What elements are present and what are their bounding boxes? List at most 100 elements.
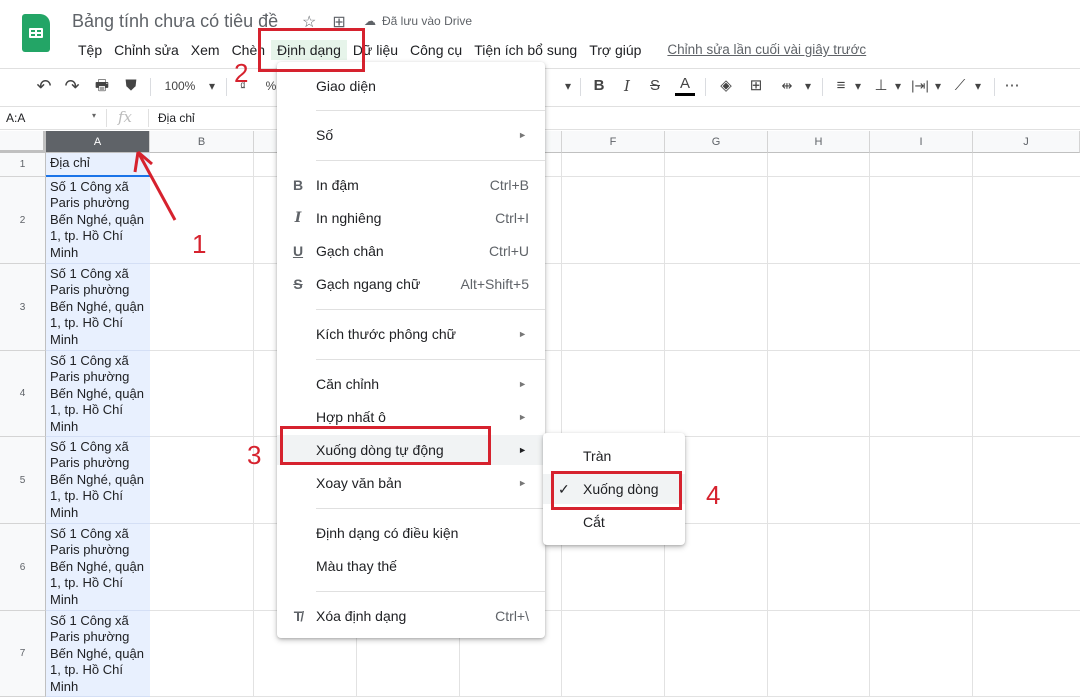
menu-item-label: Căn chỉnh (316, 376, 380, 392)
font-size-dropdown-icon[interactable]: ▾ (562, 76, 574, 96)
annotation-step-2: 2 (234, 58, 249, 88)
menu-item-alternating-colors[interactable]: Màu thay thế (277, 551, 545, 581)
menu-separator (316, 508, 545, 509)
row-header[interactable]: 1 (0, 153, 46, 177)
menu-item-label: Gạch chân (316, 243, 384, 259)
last-edit-link[interactable]: Chỉnh sửa lần cuối vài giây trước (661, 40, 872, 60)
row-header[interactable]: 6 (0, 524, 46, 611)
menu-help[interactable]: Trợ giúp (583, 40, 647, 60)
menu-item-alignment[interactable]: Căn chỉnh ► (277, 369, 545, 399)
more-icon[interactable]: ⋯ (1002, 76, 1022, 96)
menu-tools[interactable]: Công cụ (404, 40, 468, 60)
shortcut-label: Ctrl+U (488, 243, 529, 259)
column-header-g[interactable]: G (665, 131, 768, 153)
toolbar-separator (705, 78, 706, 96)
menu-addons[interactable]: Tiện ích bổ sung (468, 40, 583, 60)
row-header[interactable]: 4 (0, 351, 46, 437)
menu-item-label: Gạch ngang chữ (316, 276, 421, 292)
grid-line (46, 610, 1080, 611)
name-box[interactable]: A:A (6, 111, 25, 125)
paint-format-icon[interactable]: ⛊ (121, 76, 141, 96)
toolbar-separator (150, 78, 151, 96)
redo-icon[interactable]: ↷ (62, 76, 82, 96)
fill-color-icon[interactable]: ◈ (716, 76, 736, 96)
merge-dropdown-icon[interactable]: ▾ (802, 76, 814, 96)
borders-icon[interactable]: ⊞ (746, 76, 766, 96)
wrap-dropdown-icon[interactable]: ▾ (932, 76, 944, 96)
submenu-item-label: Tràn (583, 448, 612, 464)
select-all-corner[interactable] (0, 131, 46, 153)
annotation-step-3: 3 (247, 440, 262, 470)
merge-cells-icon[interactable]: ⇹ (777, 76, 797, 96)
submenu-item-label: Cắt (583, 514, 605, 530)
row-header[interactable]: 5 (0, 437, 46, 524)
annotation-step-4: 4 (706, 480, 721, 510)
rotation-dropdown-icon[interactable]: ▾ (972, 76, 984, 96)
cell-a3[interactable]: Số 1 Công xã Paris phường Bến Nghé, quận… (46, 264, 150, 351)
bold-button[interactable]: B (590, 76, 608, 96)
vertical-align-icon[interactable]: ⊥ (872, 76, 890, 96)
column-header-i[interactable]: I (870, 131, 973, 153)
menu-item-strikethrough[interactable]: S Gạch ngang chữ Alt+Shift+5 (277, 269, 545, 299)
toolbar-separator (580, 78, 581, 96)
cell-a6[interactable]: Số 1 Công xã Paris phường Bến Nghé, quận… (46, 524, 150, 611)
row-header[interactable]: 3 (0, 264, 46, 351)
undo-icon[interactable]: ↶ (34, 76, 54, 96)
cell-a4[interactable]: Số 1 Công xã Paris phường Bến Nghé, quận… (46, 351, 150, 437)
toolbar-separator (822, 78, 823, 96)
menu-separator (316, 110, 545, 111)
menu-item-underline[interactable]: U Gạch chân Ctrl+U (277, 236, 545, 266)
column-header-f[interactable]: F (562, 131, 665, 153)
print-icon[interactable]: 🖶 (92, 76, 112, 96)
grid-line (972, 153, 973, 697)
formula-input[interactable]: Địa chỉ (158, 111, 195, 125)
toolbar-separator (994, 78, 995, 96)
horizontal-align-icon[interactable]: ≡ (832, 76, 850, 96)
submenu-item-clip[interactable]: Cắt (543, 507, 685, 537)
menu-view[interactable]: Xem (185, 40, 226, 60)
percent-icon[interactable]: % (264, 76, 278, 96)
halign-dropdown-icon[interactable]: ▾ (852, 76, 864, 96)
strikethrough-button[interactable]: S (646, 76, 664, 96)
annotation-box-wrap-option (551, 471, 682, 510)
text-color-button[interactable]: A (675, 76, 695, 96)
menu-item-label: Xoay văn bản (316, 475, 402, 491)
name-box-dropdown-icon[interactable]: ▾ (92, 111, 96, 120)
shortcut-label: Ctrl+\ (495, 608, 529, 624)
grid-line (46, 350, 1080, 351)
grid-line (869, 153, 870, 697)
valign-dropdown-icon[interactable]: ▾ (892, 76, 904, 96)
zoom-dropdown-icon[interactable]: ▾ (206, 76, 218, 96)
menu-item-label: Xóa định dạng (316, 608, 407, 624)
submenu-item-overflow[interactable]: Tràn (543, 441, 685, 471)
menu-item-number[interactable]: Số ► (277, 120, 545, 150)
menu-item-theme[interactable]: Giao diện (277, 71, 545, 101)
cloud-icon: ☁ (364, 14, 376, 28)
text-wrapping-icon[interactable]: |⇥| (910, 76, 930, 96)
text-rotation-icon[interactable]: ⟋ (950, 76, 970, 96)
row-header[interactable]: 2 (0, 177, 46, 264)
menu-file[interactable]: Tệp (72, 40, 108, 60)
sheets-logo[interactable] (22, 14, 50, 52)
cell-a5[interactable]: Số 1 Công xã Paris phường Bến Nghé, quận… (46, 437, 150, 524)
document-title[interactable]: Bảng tính chưa có tiêu đề (72, 11, 278, 32)
menu-item-label: Giao diện (316, 78, 376, 94)
menu-item-label: In đậm (316, 177, 359, 193)
italic-button[interactable]: I (618, 76, 636, 96)
submenu-arrow-icon: ► (518, 379, 527, 389)
menu-item-italic[interactable]: I In nghiêng Ctrl+I (277, 203, 545, 233)
menu-item-conditional-formatting[interactable]: Định dạng có điều kiện (277, 518, 545, 548)
column-header-h[interactable]: H (768, 131, 870, 153)
row-header[interactable]: 7 (0, 611, 46, 697)
submenu-arrow-icon: ► (518, 329, 527, 339)
menu-item-bold[interactable]: B In đậm Ctrl+B (277, 170, 545, 200)
zoom-select[interactable]: 100% (160, 76, 200, 96)
menu-item-clear-formatting[interactable]: T̸ Xóa định dạng Ctrl+\ (277, 601, 545, 631)
save-status[interactable]: ☁ Đã lưu vào Drive (364, 14, 472, 28)
cell-a7[interactable]: Số 1 Công xã Paris phường Bến Nghé, quận… (46, 611, 150, 697)
menu-edit[interactable]: Chỉnh sửa (108, 40, 185, 60)
menu-item-text-rotation[interactable]: Xoay văn bản ► (277, 468, 545, 498)
menu-item-font-size[interactable]: Kích thước phông chữ ► (277, 319, 545, 349)
column-header-j[interactable]: J (973, 131, 1080, 153)
menu-separator (316, 309, 545, 310)
